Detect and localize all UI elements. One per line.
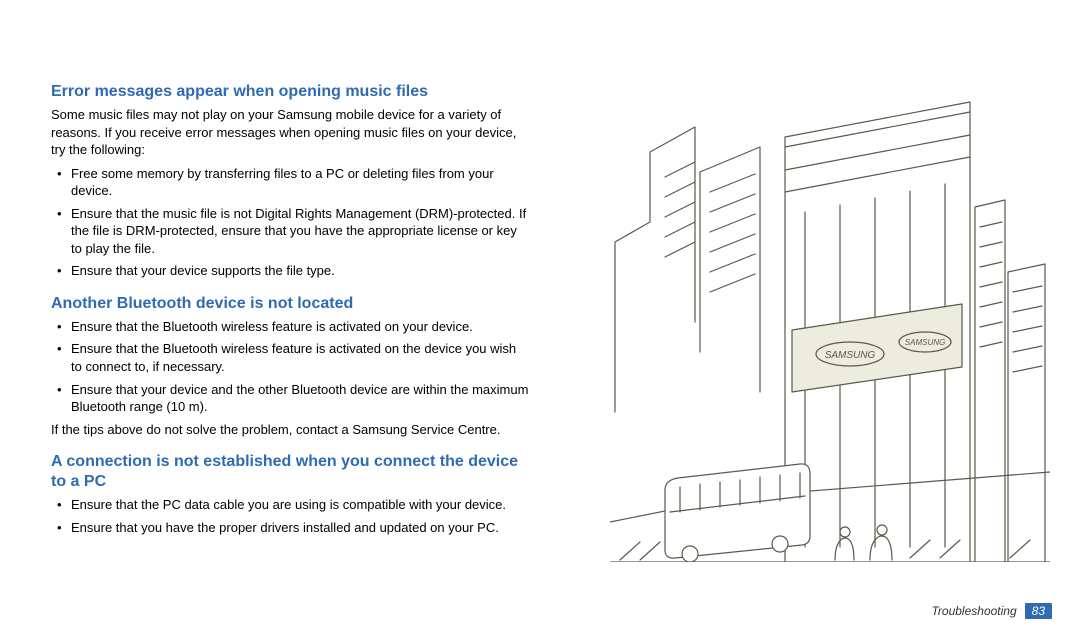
footer-page-number: 83: [1025, 603, 1052, 619]
list-item: Ensure that the PC data cable you are us…: [69, 496, 530, 514]
list-item: Ensure that the Bluetooth wireless featu…: [69, 340, 530, 375]
svg-text:SAMSUNG: SAMSUNG: [825, 350, 876, 361]
list-item: Ensure that you have the proper drivers …: [69, 519, 530, 537]
right-column: SAMSUNG SAMSUNG: [540, 0, 1080, 629]
left-column: Error messages appear when opening music…: [0, 0, 540, 629]
list-item: Ensure that the music file is not Digita…: [69, 205, 530, 258]
outro-bluetooth: If the tips above do not solve the probl…: [51, 421, 530, 439]
list-item: Ensure that the Bluetooth wireless featu…: [69, 318, 530, 336]
list-item: Ensure that your device and the other Bl…: [69, 381, 530, 416]
bullets-bluetooth: Ensure that the Bluetooth wireless featu…: [51, 318, 530, 416]
svg-text:SAMSUNG: SAMSUNG: [905, 338, 945, 347]
city-illustration: SAMSUNG SAMSUNG: [610, 92, 1050, 562]
bullets-pc-connection: Ensure that the PC data cable you are us…: [51, 496, 530, 536]
heading-bluetooth: Another Bluetooth device is not located: [51, 294, 530, 314]
heading-error-messages: Error messages appear when opening music…: [51, 82, 530, 102]
list-item: Free some memory by transferring files t…: [69, 165, 530, 200]
intro-error-messages: Some music files may not play on your Sa…: [51, 106, 530, 159]
footer-section-name: Troubleshooting: [931, 604, 1016, 618]
bullets-error-messages: Free some memory by transferring files t…: [51, 165, 530, 280]
page-footer: Troubleshooting 83: [931, 603, 1052, 619]
list-item: Ensure that your device supports the fil…: [69, 262, 530, 280]
heading-pc-connection: A connection is not established when you…: [51, 452, 530, 492]
